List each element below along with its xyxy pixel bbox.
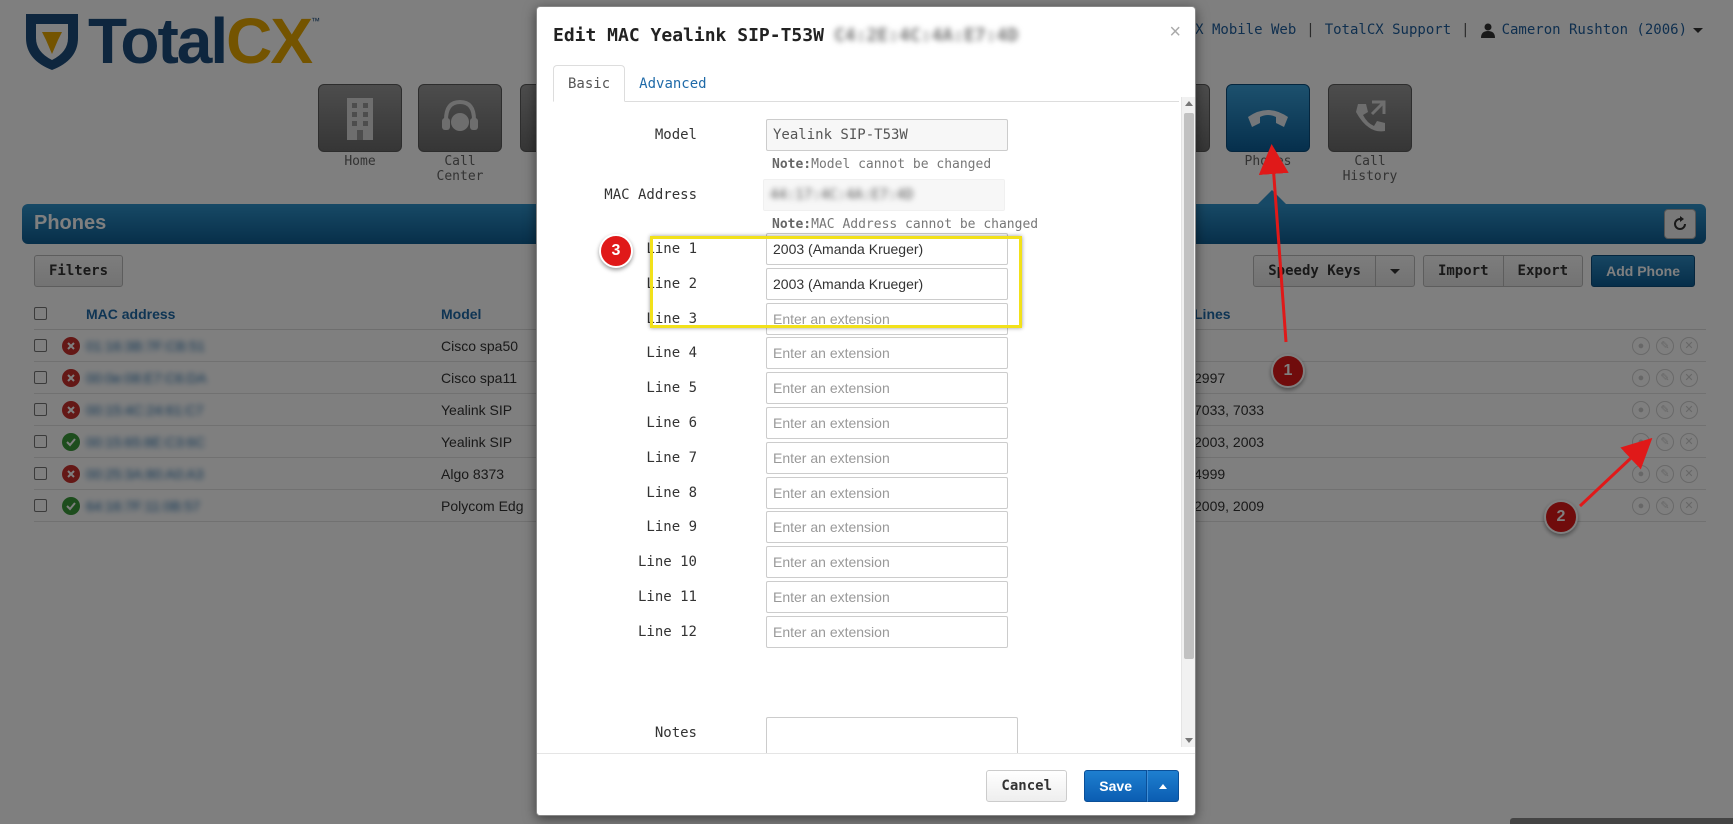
annotation-arrow-1 — [1258, 144, 1289, 343]
annotation-arrow-2 — [1578, 437, 1653, 508]
bottom-edge-strip — [1510, 818, 1733, 824]
annotation-arrows — [1258, 144, 1653, 508]
